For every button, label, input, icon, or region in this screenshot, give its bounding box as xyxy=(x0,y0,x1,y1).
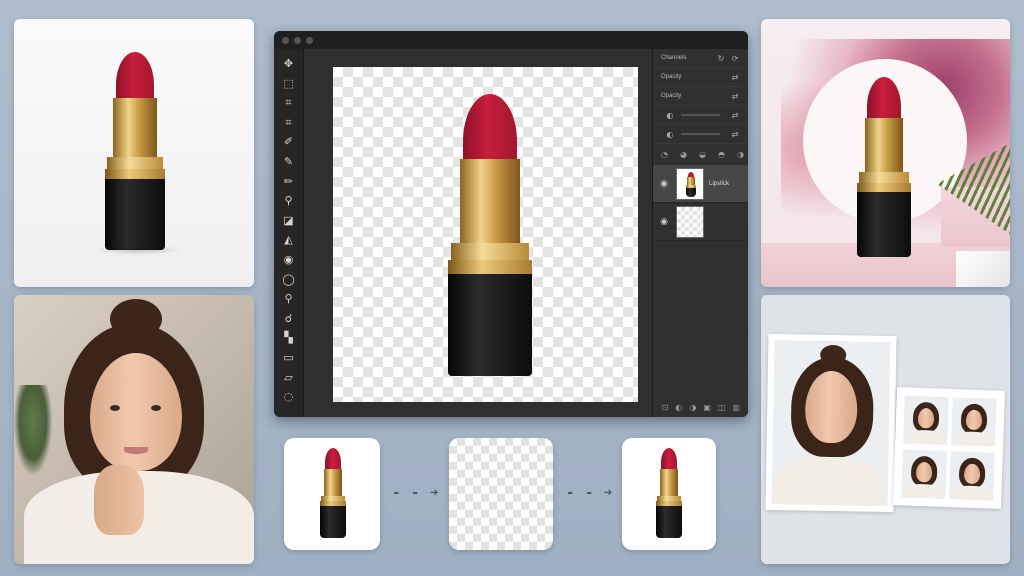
filter-icon[interactable]: ◔ xyxy=(661,150,668,159)
small-prints-sheet xyxy=(892,387,1006,509)
marquee-icon[interactable]: ⬚ xyxy=(280,75,298,92)
passport-photo-card[interactable] xyxy=(761,295,1010,564)
styled-lipstick xyxy=(857,77,911,257)
flow-arrow-icon: - - ➜ xyxy=(566,485,614,501)
gradient-icon[interactable]: ◭ xyxy=(280,231,298,248)
styled-product-card[interactable] xyxy=(761,19,1010,287)
flow-arrow-icon: - - ➜ xyxy=(392,485,440,501)
blur-icon[interactable]: ◉ xyxy=(280,251,298,268)
thumb-lipstick xyxy=(656,448,682,538)
plant-decoration xyxy=(14,385,52,475)
canvas-lipstick[interactable] xyxy=(448,94,532,376)
panel-slider-row-2[interactable]: ◐ ⇄ xyxy=(653,125,748,144)
portrait-mouth xyxy=(124,447,148,454)
link-layers-icon[interactable]: ⊡ xyxy=(662,403,669,412)
window-minimize-button[interactable] xyxy=(294,36,301,44)
panel-row-label: Opacity xyxy=(661,74,682,80)
trash-icon[interactable]: ▥ xyxy=(732,403,740,412)
refresh-icon[interactable]: ↻ xyxy=(716,54,726,63)
layer-filter-strip: ◔ ◕ ◒ ◓ ◑ xyxy=(653,144,748,165)
panel-row-opacity[interactable]: Opacity ⇄ xyxy=(653,68,748,87)
layer-row-lipstick[interactable]: ◉ Lipstick xyxy=(653,165,748,203)
screen-mode-icon[interactable]: ▭ xyxy=(280,349,298,366)
crop-icon[interactable]: ⌗ xyxy=(280,94,298,111)
sync-icon[interactable]: ⟳ xyxy=(730,54,740,63)
eraser-icon[interactable]: ◪ xyxy=(280,212,298,229)
portrait-photo-card[interactable] xyxy=(14,295,254,564)
brush-icon[interactable]: ✎ xyxy=(280,153,298,170)
transparent-canvas[interactable] xyxy=(333,67,638,402)
adjustment-icon[interactable]: ◑ xyxy=(689,403,696,412)
lasso-icon[interactable]: ◌ xyxy=(280,388,298,405)
expand-icon[interactable]: ⇄ xyxy=(730,130,740,139)
portrait-hair-bun xyxy=(110,299,162,339)
panel-row-label: Opacity xyxy=(661,93,682,99)
panel-row-opacity-2[interactable]: Opacity ⇄ xyxy=(653,87,748,106)
expand-icon[interactable]: ⇄ xyxy=(730,92,740,101)
folder-icon[interactable]: ▣ xyxy=(703,403,711,412)
product-shadow xyxy=(94,245,184,255)
layer-thumbnail xyxy=(676,167,704,200)
link-icon[interactable]: ◒ xyxy=(699,150,706,159)
opacity-slider[interactable] xyxy=(681,114,720,116)
editor-titlebar xyxy=(274,31,748,49)
image-editor-window: ✥ ⬚ ⌗ ⌗ ✐ ✎ ✏ ⚲ ◪ ◭ ◉ ◯ ⚲ ☌ ▚ ▭ ▱ ◌ Channels ↻ ⟳ Opacity … xyxy=(274,31,748,417)
marble-block xyxy=(956,251,1010,287)
visibility-eye-icon[interactable]: ◉ xyxy=(657,217,671,227)
portrait-hand xyxy=(94,465,144,535)
window-zoom-button[interactable] xyxy=(306,36,313,44)
product-photo-card[interactable] xyxy=(14,19,254,287)
fill-slider[interactable] xyxy=(681,133,720,135)
expand-icon[interactable]: ⇄ xyxy=(730,73,740,82)
panel-row-channels[interactable]: Channels ↻ ⟳ xyxy=(653,49,748,68)
eyedropper-icon[interactable]: ✐ xyxy=(280,133,298,150)
portrait-eye-right xyxy=(151,405,161,411)
pencil-icon[interactable]: ✏ xyxy=(280,173,298,190)
adjust-icon[interactable]: ◓ xyxy=(718,150,725,159)
layer-row-background[interactable]: ◉ xyxy=(653,203,748,241)
shape-icon[interactable]: ▱ xyxy=(280,369,298,386)
dodge-icon[interactable]: ◯ xyxy=(280,271,298,288)
panel-row-label: Channels xyxy=(661,55,687,61)
hand-icon[interactable]: ☌ xyxy=(280,310,298,327)
lock-icon[interactable]: ◕ xyxy=(680,150,687,159)
move-icon[interactable]: ✥ xyxy=(280,55,298,72)
window-close-button[interactable] xyxy=(282,36,289,44)
lipstick-image xyxy=(105,52,165,250)
large-print xyxy=(765,333,897,513)
step-transparent-thumbnail[interactable] xyxy=(449,438,553,550)
color-swatch-icon[interactable]: ▚ xyxy=(280,329,298,346)
crop-alt-icon[interactable]: ⌗ xyxy=(280,114,298,131)
new-layer-icon[interactable]: ◫ xyxy=(718,403,726,412)
layers-footer: ⊡ ◐ ◑ ▣ ◫ ▥ xyxy=(653,397,748,417)
portrait-eye-left xyxy=(110,405,120,411)
zoom-icon[interactable]: ⚲ xyxy=(280,290,298,307)
canvas-area xyxy=(304,49,652,417)
panel-slider-row[interactable]: ◐ ⇄ xyxy=(653,106,748,125)
step-original-thumbnail[interactable] xyxy=(284,438,380,550)
tools-panel: ✥ ⬚ ⌗ ⌗ ✐ ✎ ✏ ⚲ ◪ ◭ ◉ ◯ ⚲ ☌ ▚ ▭ ▱ ◌ xyxy=(274,49,304,417)
mask-icon[interactable]: ◐ xyxy=(675,403,682,412)
toggle-icon[interactable]: ◐ xyxy=(665,130,675,139)
expand-icon[interactable]: ⇄ xyxy=(730,111,740,120)
toggle-icon[interactable]: ◐ xyxy=(665,111,675,120)
visibility-eye-icon[interactable]: ◉ xyxy=(657,179,671,189)
step-result-thumbnail[interactable] xyxy=(622,438,716,550)
stamp-icon[interactable]: ⚲ xyxy=(280,192,298,209)
thumb-lipstick xyxy=(320,448,346,538)
layer-name: Lipstick xyxy=(709,180,730,187)
layer-thumbnail-transparent xyxy=(676,205,704,238)
fx-icon[interactable]: ◑ xyxy=(737,150,744,159)
layers-panel: Channels ↻ ⟳ Opacity ⇄ Opacity ⇄ ◐ ⇄ ◐ ⇄… xyxy=(652,49,748,417)
